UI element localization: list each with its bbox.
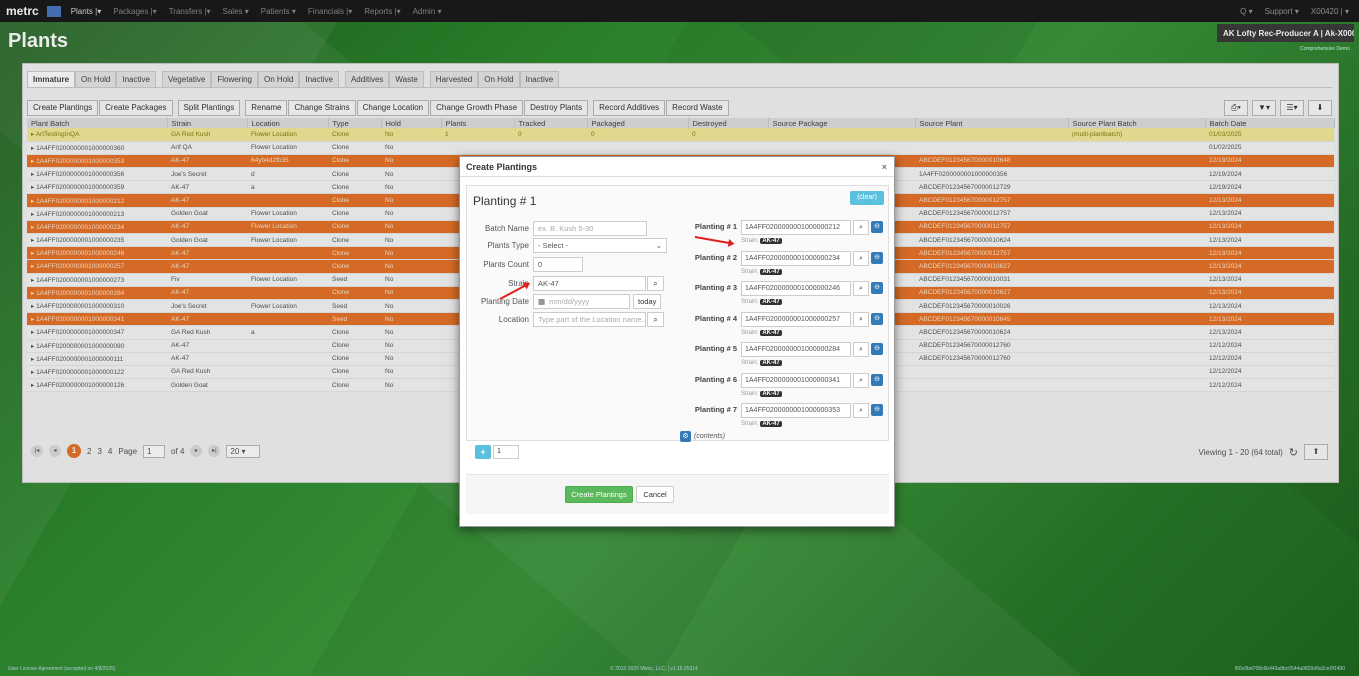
batch-name-label: Batch Name bbox=[484, 224, 529, 233]
planting-tag-input[interactable]: 1A4FF0200000001000000212 bbox=[741, 220, 851, 235]
create-plantings-modal: Create Plantings × Planting # 1 (clear) … bbox=[459, 156, 895, 527]
planting-tag-input[interactable]: 1A4FF0200000001000000353 bbox=[741, 403, 851, 418]
planting-date-input[interactable]: ▦ mm/dd/yyyy bbox=[533, 294, 630, 309]
planting-label: Planting # 6 bbox=[694, 374, 737, 384]
modal-title: Create Plantings bbox=[466, 162, 538, 172]
chevron-down-icon: ⌄ bbox=[655, 241, 662, 250]
strain-search-icon[interactable]: ⌕ bbox=[647, 276, 664, 291]
strain-prefix: Strain: bbox=[741, 421, 759, 427]
planting-tag-input[interactable]: 1A4FF0200000001000000257 bbox=[741, 311, 851, 327]
planting-label: Planting # 7 bbox=[694, 405, 737, 414]
remove-icon[interactable]: ⊖ bbox=[871, 373, 883, 386]
strain-badge: AK-47 bbox=[760, 360, 782, 366]
planting-label: Planting # 5 bbox=[694, 344, 737, 353]
remove-icon[interactable]: ⊖ bbox=[871, 221, 883, 233]
strain-badge: AK-47 bbox=[760, 390, 782, 397]
planting-label: Planting # 3 bbox=[694, 283, 737, 292]
strain-prefix: Strain: bbox=[741, 360, 759, 366]
search-icon[interactable]: ⌕ bbox=[853, 311, 869, 327]
plants-type-label: Plants Type bbox=[487, 241, 529, 250]
search-icon[interactable]: ⌕ bbox=[853, 250, 869, 266]
gear-icon: ⚙ bbox=[680, 431, 691, 442]
remove-icon[interactable]: ⊖ bbox=[871, 312, 883, 325]
strain-badge: AK-47 bbox=[760, 268, 782, 275]
strain-badge: AK-47 bbox=[760, 299, 782, 305]
remove-icon[interactable]: ⊖ bbox=[871, 251, 883, 264]
planting-heading: Planting # 1 bbox=[473, 194, 537, 208]
search-icon[interactable]: ⌕ bbox=[853, 342, 869, 357]
planting-tag-input[interactable]: 1A4FF0200000001000000341 bbox=[741, 372, 851, 388]
strain-prefix: Strain: bbox=[741, 268, 759, 275]
plants-count-label: Plants Count bbox=[483, 260, 529, 269]
planting-strain: Strain: AK-47 bbox=[741, 299, 782, 305]
planting-strain: Strain: AK-47 bbox=[741, 421, 782, 427]
location-input[interactable]: Type part of the Location name... bbox=[533, 312, 646, 327]
search-icon[interactable]: ⌕ bbox=[853, 220, 869, 235]
planting-date-placeholder: mm/dd/yyyy bbox=[549, 297, 590, 306]
search-icon[interactable]: ⌕ bbox=[853, 403, 869, 418]
strain-prefix: Strain: bbox=[741, 390, 759, 397]
batch-name-input[interactable]: ex. B. Kush 5-30 bbox=[533, 221, 647, 236]
planting-form: Planting # 1 (clear) Batch Name ex. B. K… bbox=[466, 185, 889, 442]
add-planting-row: + 1 bbox=[475, 445, 519, 459]
remove-icon[interactable]: ⊖ bbox=[871, 282, 883, 294]
planting-strain: Strain: AK-47 bbox=[741, 268, 782, 275]
close-icon[interactable]: × bbox=[882, 157, 887, 177]
search-icon[interactable]: ⌕ bbox=[853, 281, 869, 296]
strain-badge: AK-47 bbox=[760, 329, 782, 336]
planting-strain: Strain: AK-47 bbox=[741, 390, 782, 397]
add-planting-button[interactable]: + bbox=[475, 445, 491, 459]
location-label: Location bbox=[498, 315, 529, 324]
contents-label: (contents) bbox=[694, 433, 726, 440]
planting-tag-input[interactable]: 1A4FF0200000001000000234 bbox=[741, 250, 851, 266]
planting-strain: Strain: AK-47 bbox=[741, 360, 782, 366]
planting-tag-input[interactable]: 1A4FF0200000001000000246 bbox=[741, 281, 851, 296]
planting-label: Planting # 4 bbox=[694, 313, 737, 323]
planting-strain: Strain: AK-47 bbox=[741, 238, 782, 244]
clear-button[interactable]: (clear) bbox=[850, 191, 884, 205]
plants-type-select[interactable]: - Select - ⌄ bbox=[533, 238, 667, 253]
add-planting-count[interactable]: 1 bbox=[493, 445, 519, 459]
search-icon[interactable]: ⌕ bbox=[853, 372, 869, 388]
strain-badge: AK-47 bbox=[760, 421, 782, 427]
location-search-icon[interactable]: ⌕ bbox=[647, 312, 664, 327]
strain-prefix: Strain: bbox=[741, 238, 759, 244]
strain-prefix: Strain: bbox=[741, 299, 759, 305]
planting-tag-input[interactable]: 1A4FF0200000001000000284 bbox=[741, 342, 851, 357]
today-button[interactable]: today bbox=[633, 294, 662, 309]
planting-label: Planting # 2 bbox=[694, 252, 737, 262]
calendar-icon: ▦ bbox=[538, 297, 546, 306]
plants-count-input[interactable]: 0 bbox=[533, 257, 583, 272]
remove-icon[interactable]: ⊖ bbox=[871, 404, 883, 416]
planting-strain: Strain: AK-47 bbox=[741, 329, 782, 336]
contents-toggle[interactable]: ⚙ (contents) bbox=[680, 431, 725, 442]
modal-footer: Create Plantings Cancel bbox=[466, 474, 889, 514]
strain-input[interactable]: AK-47 bbox=[533, 276, 646, 291]
modal-header: Create Plantings × bbox=[460, 157, 894, 177]
create-plantings-submit-button[interactable]: Create Plantings bbox=[565, 486, 633, 503]
plants-type-value: - Select - bbox=[538, 241, 569, 250]
strain-prefix: Strain: bbox=[741, 329, 759, 336]
remove-icon[interactable]: ⊖ bbox=[871, 343, 883, 355]
planting-label: Planting # 1 bbox=[694, 222, 737, 231]
cancel-button[interactable]: Cancel bbox=[636, 486, 674, 503]
strain-badge: AK-47 bbox=[760, 238, 782, 244]
